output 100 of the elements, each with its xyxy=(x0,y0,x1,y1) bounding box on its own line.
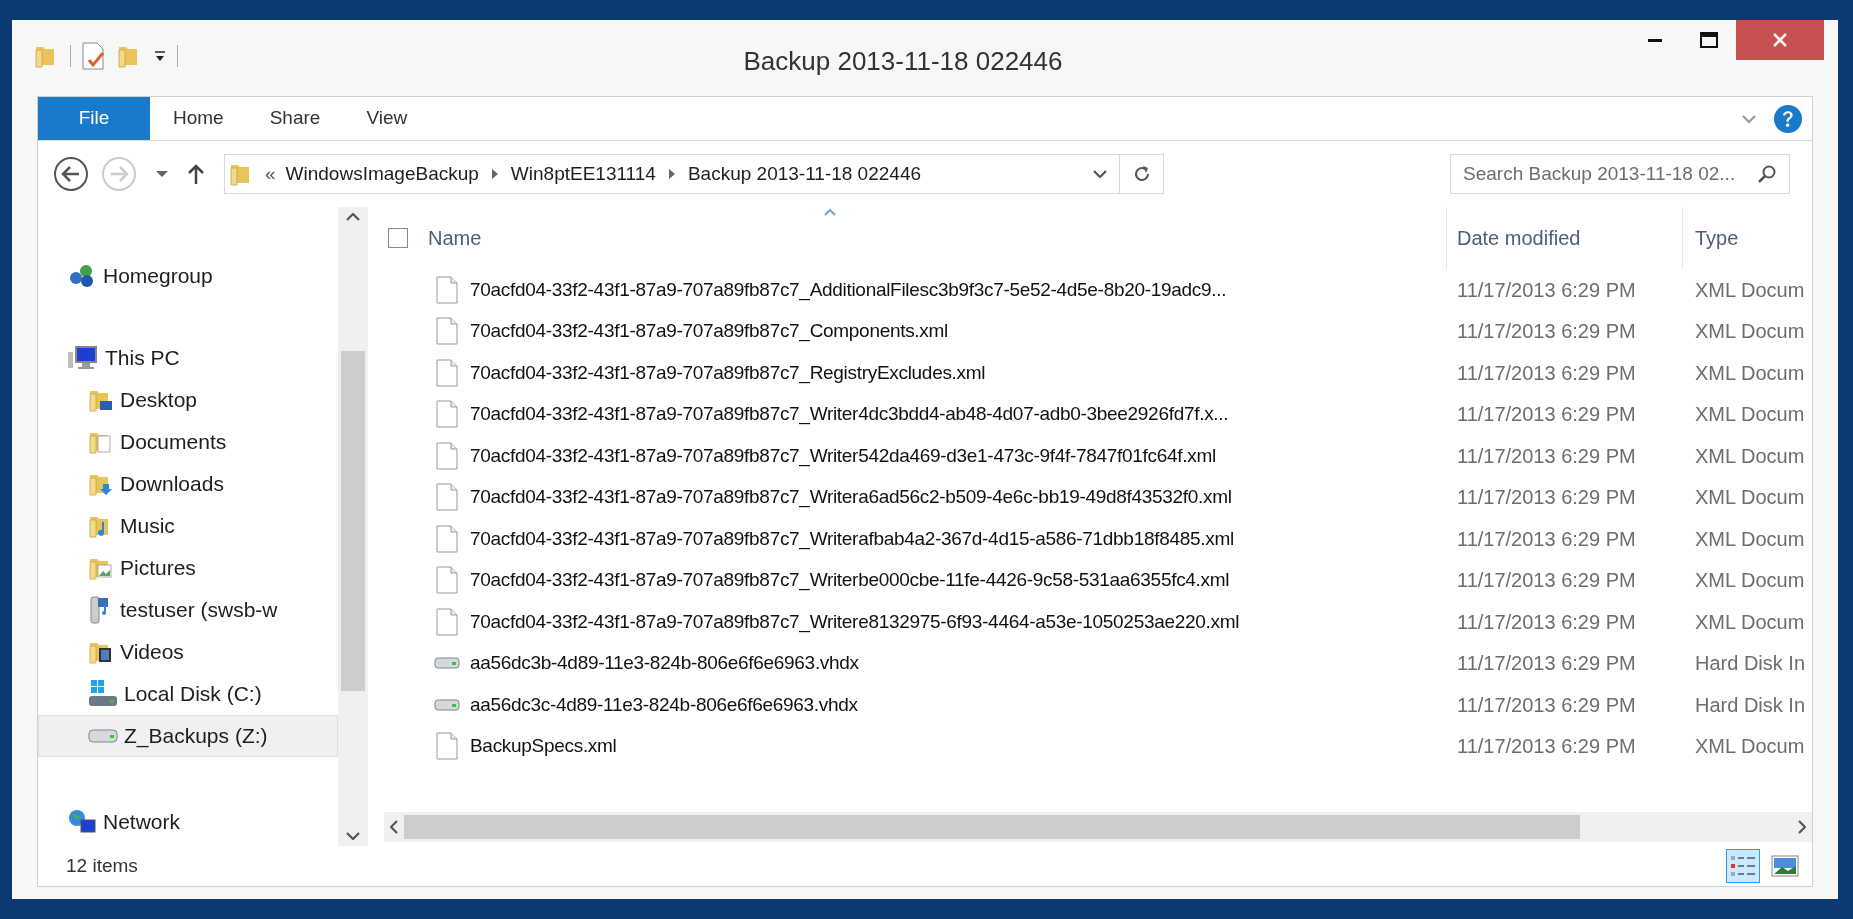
address-dropdown-icon xyxy=(1092,170,1107,178)
date-modified: 11/17/2013 6:29 PM xyxy=(1456,526,1637,552)
date-modified: 11/17/2013 6:29 PM xyxy=(1456,360,1637,386)
nav-item[interactable]: Documents xyxy=(38,421,338,463)
details-view-button[interactable] xyxy=(1726,849,1760,883)
nav-item[interactable]: Network xyxy=(38,801,338,843)
document-icon xyxy=(436,732,458,761)
file-name[interactable]: 70acfd04-33f2-43f1-87a9-707a89fb87c7_Writerafbab4a2-367d-4d15-a586-71dbb18f8485.xml xyxy=(470,524,1234,553)
date-modified: 11/17/2013 6:29 PM xyxy=(1456,609,1637,635)
date-modified: 11/17/2013 6:29 PM xyxy=(1456,568,1637,594)
file-name[interactable]: 70acfd04-33f2-43f1-87a9-707a89fb87c7_Writerbe000cbe-11fe-4426-9c58-531aa6355fc4.xml xyxy=(470,566,1230,595)
file-type: XML Docum xyxy=(1694,609,1805,635)
file-type: XML Docum xyxy=(1694,277,1805,303)
customize-dropdown-icon[interactable] xyxy=(153,49,167,63)
item-count: 12 items xyxy=(66,853,138,878)
window-title: Backup 2013-11-18 022446 xyxy=(743,45,1063,78)
sort-ascending-icon xyxy=(824,209,836,216)
file-name[interactable]: 70acfd04-33f2-43f1-87a9-707a89fb87c7_Writere8132975-6f93-4464-a53e-1050253ae220.xml xyxy=(470,607,1240,636)
file-name[interactable]: 70acfd04-33f2-43f1-87a9-707a89fb87c7_Writera6ad56c2-b509-4e6c-bb19-49d8f43532f0.xml xyxy=(470,483,1232,512)
breadcrumb-segment[interactable]: WindowsImageBackup xyxy=(285,159,479,189)
pictures-folder-icon xyxy=(88,556,114,580)
document-icon xyxy=(436,317,458,346)
column-header[interactable]: Type xyxy=(1695,223,1739,253)
file-name[interactable]: aa56dc3c-4d89-11e3-824b-806e6f6e6963.vhdx xyxy=(470,690,858,719)
scrollbar-thumb[interactable] xyxy=(404,815,1580,839)
date-modified: 11/17/2013 6:29 PM xyxy=(1456,734,1637,760)
nav-item[interactable]: Pictures xyxy=(38,547,338,589)
nav-item[interactable]: This PC xyxy=(38,337,338,379)
nav-item[interactable]: Music xyxy=(38,505,338,547)
horizontal-scrollbar[interactable] xyxy=(384,812,1812,842)
help-icon[interactable] xyxy=(1774,104,1802,133)
file-type: XML Docum xyxy=(1694,485,1805,511)
search-field[interactable]: Search Backup 2013-11-18 02... xyxy=(1450,154,1790,194)
maximize-icon xyxy=(1700,32,1718,48)
search-icon xyxy=(1757,164,1777,184)
ribbon-tab[interactable]: View xyxy=(343,97,431,140)
file-type: Hard Disk In xyxy=(1694,692,1806,718)
file-type: XML Docum xyxy=(1694,734,1805,760)
date-modified: 11/17/2013 6:29 PM xyxy=(1456,692,1637,718)
file-type: Hard Disk In xyxy=(1694,651,1806,677)
expand-ribbon-icon xyxy=(1742,114,1756,123)
file-name[interactable]: 70acfd04-33f2-43f1-87a9-707a89fb87c7_Writer542da469-d3e1-473c-9f4f-7847f01fc64f.xml xyxy=(470,441,1216,470)
scroll-left-icon xyxy=(390,820,398,834)
document-icon xyxy=(436,566,458,595)
file-name[interactable]: 70acfd04-33f2-43f1-87a9-707a89fb87c7_AdditionalFilesc3b9f3c7-5e52-4d5e-8b20-19adc9... xyxy=(470,275,1227,304)
file-type: XML Docum xyxy=(1694,402,1805,428)
nav-item[interactable]: Homegroup xyxy=(38,255,338,297)
system-drive-icon xyxy=(88,679,118,709)
document-icon xyxy=(436,275,458,304)
ribbon-tab[interactable]: Share xyxy=(246,97,344,140)
file-type: XML Docum xyxy=(1694,568,1805,594)
sidebar-scrollbar[interactable] xyxy=(338,207,368,846)
nav-item[interactable]: Desktop xyxy=(38,379,338,421)
breadcrumb-segment[interactable]: Backup 2013-11-18 022446 xyxy=(687,159,922,189)
nav-item[interactable]: testuser (swsb-w xyxy=(38,589,338,631)
computer-icon xyxy=(67,344,99,372)
address-bar[interactable]: « WindowsImageBackup Win8ptEE131114 Backup 2013-11-18 022446 xyxy=(224,154,1164,194)
documents-folder-icon xyxy=(88,430,114,454)
date-modified: 11/17/2013 6:29 PM xyxy=(1456,402,1637,428)
properties-icon[interactable] xyxy=(81,42,107,70)
document-icon xyxy=(436,524,458,553)
overflow-chevron[interactable]: « xyxy=(265,159,276,189)
up-arrow-icon[interactable] xyxy=(186,162,206,186)
breadcrumb-arrow-icon[interactable] xyxy=(667,168,676,180)
document-icon xyxy=(436,400,458,429)
file-name[interactable]: 70acfd04-33f2-43f1-87a9-707a89fb87c7_Components.xml xyxy=(470,317,948,346)
file-name[interactable]: aa56dc3b-4d89-11e3-824b-806e6f6e6963.vhdx xyxy=(470,649,859,678)
document-icon xyxy=(436,358,458,387)
file-type: XML Docum xyxy=(1694,319,1805,345)
file-menu-tab[interactable]: File xyxy=(38,97,150,140)
drive-icon xyxy=(434,696,460,713)
file-name[interactable]: 70acfd04-33f2-43f1-87a9-707a89fb87c7_Writer4dc3bdd4-ab48-4d07-adb0-3bee2926fd7f.x... xyxy=(470,400,1229,429)
column-header[interactable]: Date modified xyxy=(1457,223,1581,253)
nav-item[interactable]: Videos xyxy=(38,631,338,673)
column-header[interactable]: Name xyxy=(428,223,482,253)
landscape-thumbnail-icon xyxy=(1771,855,1799,877)
date-modified: 11/17/2013 6:29 PM xyxy=(1456,319,1637,345)
date-modified: 11/17/2013 6:29 PM xyxy=(1456,277,1637,303)
select-all-checkbox[interactable] xyxy=(388,228,408,248)
close-icon xyxy=(1772,32,1788,48)
nav-item[interactable]: Z_Backups (Z:) xyxy=(38,715,338,757)
file-name[interactable]: BackupSpecs.xml xyxy=(470,732,617,761)
file-type: XML Docum xyxy=(1694,360,1805,386)
recent-locations-icon[interactable] xyxy=(154,169,170,179)
drive-icon xyxy=(88,728,118,744)
scroll-down-icon xyxy=(346,832,360,840)
nav-item[interactable]: Local Disk (C:) xyxy=(38,673,338,715)
breadcrumb-segment[interactable]: Win8ptEE131114 xyxy=(510,159,656,189)
breadcrumb-arrow-icon[interactable] xyxy=(490,168,499,180)
file-type: XML Docum xyxy=(1694,526,1805,552)
file-name[interactable]: 70acfd04-33f2-43f1-87a9-707a89fb87c7_RegistryExcludes.xml xyxy=(470,358,986,387)
downloads-folder-icon xyxy=(88,472,114,496)
date-modified: 11/17/2013 6:29 PM xyxy=(1456,485,1637,511)
desktop-folder-icon xyxy=(88,388,114,412)
ribbon-tab[interactable]: Home xyxy=(150,97,247,140)
minimize-icon xyxy=(1648,38,1662,42)
scrollbar-thumb[interactable] xyxy=(341,351,365,691)
nav-item[interactable]: Downloads xyxy=(38,463,338,505)
videos-folder-icon xyxy=(88,640,114,664)
document-icon xyxy=(436,607,458,636)
